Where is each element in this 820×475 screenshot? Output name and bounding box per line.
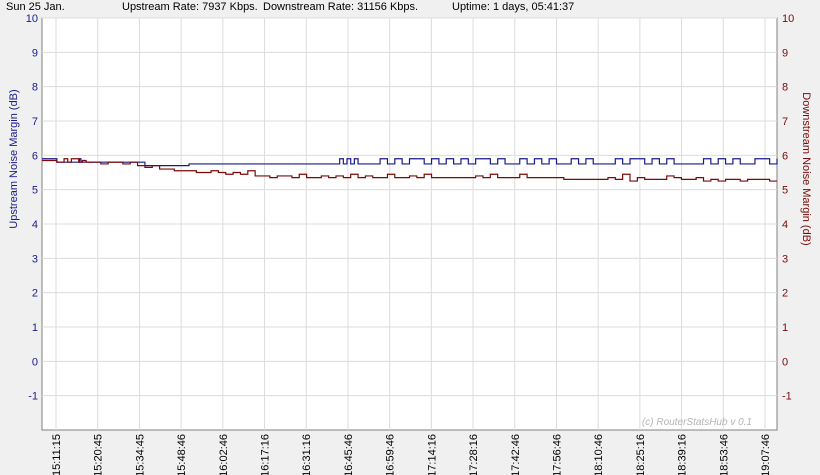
x-tick-label: 17:14:16: [426, 434, 438, 475]
y-tick-label-right: 7: [782, 116, 788, 128]
y-tick-label-right: -1: [782, 391, 792, 403]
y-tick-label-right: 0: [782, 356, 788, 368]
y-tick-label-right: 8: [782, 82, 788, 94]
x-tick-label: 18:10:46: [593, 434, 605, 475]
y-tick-label-left: -1: [28, 391, 38, 403]
y-tick-label-left: 10: [26, 13, 38, 25]
x-tick-label: 16:17:16: [260, 434, 272, 475]
y-tick-label-left: 0: [32, 356, 38, 368]
y-tick-label-left: 6: [32, 150, 38, 162]
x-tick-label: 17:28:16: [468, 434, 480, 475]
y-axis-title-right: Downstream Noise Margin (dB): [800, 92, 812, 245]
y-tick-label-left: 5: [32, 185, 38, 197]
x-tick-label: 18:53:46: [718, 434, 730, 475]
y-tick-label-left: 4: [32, 219, 38, 231]
x-tick-label: 18:39:16: [677, 434, 689, 475]
y-tick-label-right: 6: [782, 150, 788, 162]
y-axis-title-left: Upstream Noise Margin (dB): [8, 89, 20, 228]
noise-margin-chart: -1 -1 0 0 1 1 2 2 3 3 4 4 5 5 6 6 7 7 8 8 9 9 10 10 15:11:15 15:2…: [8, 13, 812, 475]
y-tick-label-right: 2: [782, 288, 788, 300]
x-tick-label: 15:11:15: [51, 434, 63, 475]
x-tick-label: 16:31:16: [301, 434, 313, 475]
y-tick-label-left: 1: [32, 322, 38, 334]
x-tick-label: 16:02:46: [218, 434, 230, 475]
watermark-text: (c) RouterStatsHub v 0.1: [642, 417, 752, 428]
x-tick-label: 17:56:46: [551, 434, 563, 475]
y-tick-label-right: 3: [782, 253, 788, 265]
y-tick-label-right: 4: [782, 219, 788, 231]
y-tick-label-left: 9: [32, 47, 38, 59]
y-tick-label-left: 7: [32, 116, 38, 128]
y-tick-label-right: 10: [782, 13, 794, 25]
x-tick-label: 16:45:46: [343, 434, 355, 475]
y-tick-label-right: 1: [782, 322, 788, 334]
x-tick-label: 17:42:46: [510, 434, 522, 475]
x-tick-label: 19:07:46: [760, 434, 772, 475]
y-tick-label-right: 9: [782, 47, 788, 59]
y-tick-label-left: 8: [32, 82, 38, 94]
x-tick-label: 15:20:45: [93, 434, 105, 475]
x-tick-label: 16:59:46: [385, 434, 397, 475]
x-tick-label: 15:48:46: [176, 434, 188, 475]
y-tick-label-right: 5: [782, 185, 788, 197]
y-tick-label-left: 2: [32, 288, 38, 300]
y-tick-label-left: 3: [32, 253, 38, 265]
x-tick-label: 18:25:16: [635, 434, 647, 475]
x-tick-label: 15:34:45: [134, 434, 146, 475]
